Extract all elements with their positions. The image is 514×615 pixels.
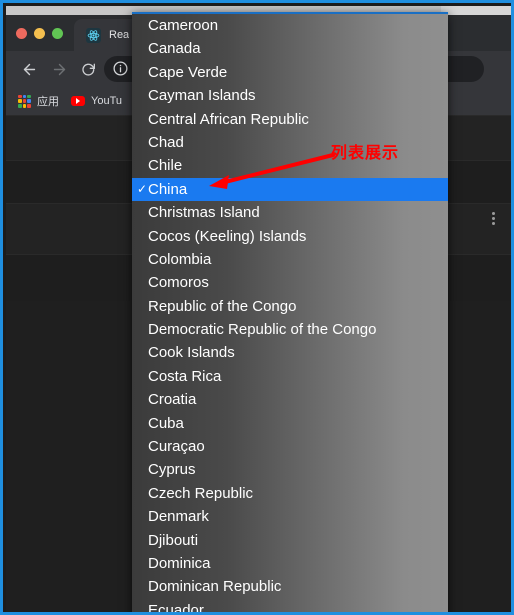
- select-option[interactable]: Cocos (Keeling) Islands: [132, 225, 448, 248]
- window-top-strip-right: [441, 6, 511, 15]
- browser-window: Rea 应用 YouTu Cameroon Canada Cape Verde …: [6, 6, 511, 615]
- select-option[interactable]: Dominican Republic: [132, 575, 448, 598]
- select-option-label: Czech Republic: [148, 484, 254, 502]
- select-option[interactable]: Djibouti: [132, 529, 448, 552]
- select-option-label: Cocos (Keeling) Islands: [148, 227, 307, 245]
- select-option-label: Djibouti: [148, 531, 199, 549]
- window-minimize-button[interactable]: [34, 28, 45, 39]
- select-option-label: China: [148, 180, 188, 198]
- kebab-menu-icon[interactable]: [492, 212, 495, 225]
- select-option-label: Denmark: [148, 508, 209, 526]
- select-option[interactable]: Dominica: [132, 552, 448, 575]
- bookmark-apps[interactable]: 应用: [18, 93, 59, 109]
- select-option-label: Cape Verde: [148, 63, 228, 81]
- react-icon: [86, 27, 101, 43]
- select-option[interactable]: Christmas Island: [132, 201, 448, 224]
- select-option[interactable]: Czech Republic: [132, 482, 448, 505]
- select-option-label: Cook Islands: [148, 344, 235, 362]
- bookmark-youtube[interactable]: YouTu: [71, 95, 122, 107]
- select-option-label: Canada: [148, 40, 201, 58]
- select-option[interactable]: Cook Islands: [132, 341, 448, 364]
- forward-arrow-icon[interactable]: [48, 58, 70, 80]
- select-option[interactable]: Costa Rica: [132, 365, 448, 388]
- select-option-label: Curaçao: [148, 438, 205, 456]
- select-option[interactable]: Comoros: [132, 271, 448, 294]
- select-option-label: Dominican Republic: [148, 578, 282, 596]
- select-option[interactable]: Denmark: [132, 505, 448, 528]
- back-arrow-icon[interactable]: [18, 58, 40, 80]
- select-option-label: Christmas Island: [148, 204, 260, 222]
- select-option-label: Cuba: [148, 414, 184, 432]
- select-option[interactable]: Democratic Republic of the Congo: [132, 318, 448, 341]
- select-option-label: Central African Republic: [148, 110, 309, 128]
- select-option-label: Democratic Republic of the Congo: [148, 321, 377, 339]
- youtube-icon: [71, 96, 85, 106]
- select-option[interactable]: Central African Republic: [132, 108, 448, 131]
- select-option-label: Croatia: [148, 391, 197, 409]
- select-option-label: Costa Rica: [148, 367, 222, 385]
- reload-icon[interactable]: [78, 58, 100, 80]
- window-maximize-button[interactable]: [52, 28, 63, 39]
- select-option[interactable]: Cyprus: [132, 458, 448, 481]
- window-close-button[interactable]: [16, 28, 27, 39]
- tab-title: Rea: [109, 29, 130, 41]
- annotation-label: 列表展示: [331, 143, 400, 162]
- country-select-popup[interactable]: Cameroon Canada Cape Verde Cayman Islands Ce…: [132, 12, 448, 615]
- select-option[interactable]: Colombia: [132, 248, 448, 271]
- screenshot-root: Rea 应用 YouTu Cameroon Canada Cape Verde …: [0, 0, 514, 615]
- select-option[interactable]: Chile: [132, 154, 448, 177]
- select-option-label: Chile: [148, 157, 183, 175]
- checkmark-icon: ✓: [136, 181, 148, 196]
- select-option-label: Cameroon: [148, 17, 219, 34]
- select-option[interactable]: Curaçao: [132, 435, 448, 458]
- info-circle-icon[interactable]: [112, 60, 129, 77]
- select-option-selected[interactable]: ✓ China: [132, 177, 448, 202]
- select-option[interactable]: Canada: [132, 37, 448, 60]
- select-option[interactable]: Croatia: [132, 388, 448, 411]
- select-option[interactable]: Ecuador: [132, 599, 448, 615]
- select-option-label: Ecuador: [148, 601, 204, 615]
- select-option[interactable]: Cuba: [132, 412, 448, 435]
- select-option[interactable]: Chad: [132, 131, 448, 154]
- select-option-label: Republic of the Congo: [148, 297, 297, 315]
- select-option[interactable]: Cameroon: [132, 14, 448, 37]
- select-option-label: Cyprus: [148, 461, 196, 479]
- apps-grid-icon: [18, 94, 31, 108]
- select-option[interactable]: Republic of the Congo: [132, 295, 448, 318]
- select-option-label: Cayman Islands: [148, 87, 256, 105]
- select-option[interactable]: Cayman Islands: [132, 84, 448, 107]
- bookmark-apps-label: 应用: [37, 96, 59, 108]
- select-option-label: Colombia: [148, 250, 212, 268]
- select-option-label: Chad: [148, 133, 184, 151]
- select-option-label: Comoros: [148, 274, 209, 292]
- bookmark-youtube-label: YouTu: [91, 95, 122, 107]
- select-option-label: Dominica: [148, 554, 211, 572]
- select-option[interactable]: Cape Verde: [132, 61, 448, 84]
